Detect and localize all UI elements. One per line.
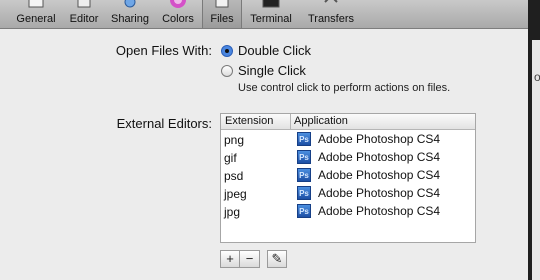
editor-icon	[77, 0, 91, 8]
photoshop-icon: Ps	[297, 186, 311, 200]
column-divider	[290, 114, 291, 129]
table-row[interactable]: jpg Ps Adobe Photoshop CS4	[221, 203, 475, 221]
external-editors-label: External Editors:	[116, 116, 212, 131]
row-application-label: Adobe Photoshop CS4	[318, 204, 441, 218]
row-extension: psd	[224, 169, 244, 183]
photoshop-icon: Ps	[297, 168, 311, 182]
tab-editor-label: Editor	[69, 13, 99, 25]
tab-colors-label: Colors	[162, 13, 194, 25]
radio-double-click-label: Double Click	[238, 43, 311, 58]
tab-files-label: Files	[210, 13, 234, 25]
photoshop-icon: Ps	[297, 132, 311, 146]
row-application-label: Adobe Photoshop CS4	[318, 150, 441, 164]
row-extension: jpg	[224, 205, 241, 219]
files-icon	[215, 0, 229, 8]
tab-colors[interactable]: Colors	[156, 0, 200, 28]
table-row[interactable]: jpeg Ps Adobe Photoshop CS4	[221, 185, 475, 203]
open-files-label: Open Files With:	[115, 43, 212, 58]
table-buttons: + − ✎	[220, 250, 287, 268]
radio-single-click[interactable]: Single Click	[221, 63, 306, 78]
tab-general-label: General	[16, 13, 56, 25]
radio-checked-icon[interactable]	[221, 44, 233, 57]
row-extension: jpeg	[224, 187, 247, 201]
terminal-icon	[262, 0, 280, 8]
toolbar: General Editor Sharing Colors Files Term…	[0, 0, 528, 29]
table-row[interactable]: gif Ps Adobe Photoshop CS4	[221, 149, 475, 167]
tab-transfers[interactable]: Transfers	[302, 0, 360, 28]
photoshop-icon: Ps	[297, 204, 311, 218]
color-wheel-icon	[170, 0, 186, 8]
radio-double-click[interactable]: Double Click	[221, 43, 311, 58]
transfers-icon	[324, 0, 338, 3]
row-application: Ps Adobe Photoshop CS4	[297, 132, 440, 146]
tab-editor[interactable]: Editor	[64, 0, 104, 28]
table-header: Extension Application	[221, 114, 475, 130]
row-extension: png	[224, 133, 245, 147]
tab-terminal[interactable]: Terminal	[244, 0, 298, 28]
tab-transfers-label: Transfers	[307, 13, 355, 25]
sharing-icon	[124, 0, 136, 8]
row-application: Ps Adobe Photoshop CS4	[297, 150, 440, 164]
files-pane: Open Files With: Double Click Single Cli…	[0, 29, 528, 280]
row-application-label: Adobe Photoshop CS4	[318, 186, 441, 200]
control-click-hint: Use control click to perform actions on …	[238, 82, 451, 94]
remove-editor-button[interactable]: −	[240, 250, 260, 268]
radio-single-click-label: Single Click	[238, 63, 306, 78]
row-application: Ps Adobe Photoshop CS4	[297, 168, 440, 182]
table-row[interactable]: png Ps Adobe Photoshop CS4	[221, 131, 475, 149]
column-application[interactable]: Application	[294, 115, 348, 127]
row-application: Ps Adobe Photoshop CS4	[297, 204, 440, 218]
table-row[interactable]: psd Ps Adobe Photoshop CS4	[221, 167, 475, 185]
add-editor-button[interactable]: +	[220, 250, 240, 268]
tab-files[interactable]: Files	[202, 0, 242, 28]
preferences-window: General Editor Sharing Colors Files Term…	[0, 0, 528, 280]
background-window-text: o	[534, 70, 540, 84]
tab-sharing[interactable]: Sharing	[108, 0, 152, 28]
photoshop-icon: Ps	[297, 150, 311, 164]
tab-sharing-label: Sharing	[111, 13, 149, 25]
row-application-label: Adobe Photoshop CS4	[318, 132, 441, 146]
row-extension: gif	[224, 151, 237, 165]
tab-terminal-label: Terminal	[250, 13, 292, 25]
row-application: Ps Adobe Photoshop CS4	[297, 186, 440, 200]
edit-editor-button[interactable]: ✎	[267, 250, 287, 268]
column-extension[interactable]: Extension	[225, 115, 273, 127]
row-application-label: Adobe Photoshop CS4	[318, 168, 441, 182]
radio-unchecked-icon[interactable]	[221, 64, 233, 77]
tab-general[interactable]: General	[10, 0, 62, 28]
general-icon	[28, 0, 44, 8]
external-editors-table[interactable]: Extension Application png Ps Adobe Photo…	[220, 113, 476, 243]
